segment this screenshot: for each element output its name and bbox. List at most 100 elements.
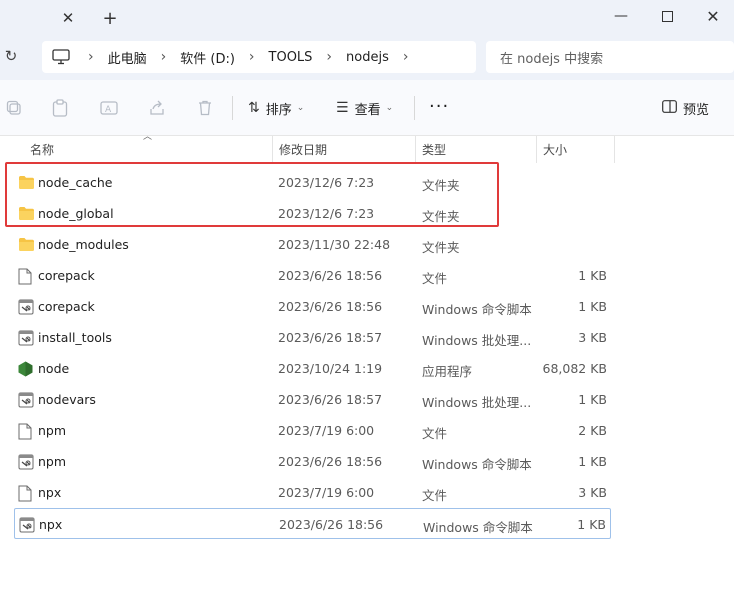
file-name: node_modules [38, 237, 129, 252]
close-window-icon[interactable]: ✕ [690, 0, 734, 32]
file-size: 1 KB [577, 517, 606, 532]
file-row[interactable]: node_modules 2023/11/30 22:48 文件夹 [14, 229, 611, 260]
share-icon[interactable] [147, 98, 167, 118]
file-type: 应用程序 [422, 364, 473, 379]
chevron-right-icon[interactable]: › [88, 49, 94, 65]
column-header-type[interactable]: 类型 [415, 136, 536, 163]
file-icon [18, 485, 34, 502]
file-row[interactable]: npx 2023/6/26 18:56 Windows 命令脚本 1 KB [14, 508, 611, 539]
refresh-icon[interactable]: ↻ [0, 45, 22, 67]
toolbar-divider [232, 96, 233, 120]
file-name: npm [38, 423, 67, 438]
file-icon [18, 423, 34, 440]
file-size: 1 KB [578, 299, 607, 314]
file-date: 2023/7/19 6:00 [278, 485, 375, 500]
sort-icon: ⇅ [248, 100, 260, 116]
view-label: 查看 [354, 102, 381, 118]
column-header-size[interactable]: 大小 [536, 136, 615, 163]
maximize-icon[interactable] [644, 0, 690, 32]
nodejs-icon [18, 361, 34, 377]
preview-pane-icon [662, 99, 677, 117]
file-type: 文件 [422, 426, 448, 441]
file-row[interactable]: npm 2023/6/26 18:56 Windows 命令脚本 1 KB [14, 446, 611, 477]
chevron-down-icon: ⌄ [385, 103, 394, 113]
file-row[interactable]: node 2023/10/24 1:19 应用程序 68,082 KB [14, 353, 611, 384]
close-tab-icon[interactable]: ✕ [56, 6, 80, 30]
sort-label: 排序 [265, 102, 292, 118]
file-date: 2023/6/26 18:56 [278, 454, 383, 469]
file-type: Windows 批处理... [422, 395, 532, 410]
file-row[interactable]: nodevars 2023/6/26 18:57 Windows 批处理... 1 K… [14, 384, 611, 415]
file-name: install_tools [38, 330, 112, 345]
file-name: node_global [38, 206, 114, 221]
chevron-right-icon[interactable]: › [161, 49, 167, 65]
computer-icon[interactable] [52, 46, 74, 68]
breadcrumb-item-tools[interactable]: TOOLS [269, 50, 313, 65]
delete-icon[interactable] [195, 98, 215, 118]
file-row[interactable]: npm 2023/7/19 6:00 文件 2 KB [14, 415, 611, 446]
paste-icon[interactable] [50, 98, 70, 118]
file-size: 68,082 KB [542, 361, 607, 376]
file-size: 1 KB [578, 454, 607, 469]
preview-label: 预览 [683, 102, 710, 118]
file-type: 文件 [422, 488, 448, 503]
file-name: npx [38, 485, 62, 500]
new-tab-icon[interactable]: + [98, 6, 122, 30]
minimize-icon[interactable]: — [598, 0, 644, 32]
file-row[interactable]: node_cache 2023/12/6 7:23 文件夹 [14, 167, 611, 198]
file-type: 文件 [422, 271, 448, 286]
file-row[interactable]: corepack 2023/6/26 18:56 Windows 命令脚本 1 KB [14, 291, 611, 322]
view-button[interactable]: ☰ 查看 ⌄ [336, 96, 393, 120]
rename-icon[interactable]: A [99, 98, 119, 118]
chevron-right-icon[interactable]: › [249, 49, 255, 65]
search-placeholder: 在 nodejs 中搜索 [500, 51, 604, 67]
toolbar-divider [414, 96, 415, 120]
file-name: node_cache [38, 175, 113, 190]
preview-button[interactable]: 预览 [662, 96, 709, 120]
file-size: 3 KB [578, 485, 607, 500]
breadcrumb-item-nodejs[interactable]: nodejs [346, 50, 389, 65]
file-date: 2023/6/26 18:56 [278, 268, 383, 283]
search-input[interactable]: 在 nodejs 中搜索 [486, 41, 734, 73]
file-type: 文件夹 [422, 178, 460, 193]
breadcrumb[interactable]: › 此电脑 › 软件 (D:) › TOOLS › nodejs › [42, 41, 476, 73]
file-row[interactable]: node_global 2023/12/6 7:23 文件夹 [14, 198, 611, 229]
breadcrumb-item-drive[interactable]: 软件 (D:) [180, 48, 235, 67]
file-date: 2023/6/26 18:56 [278, 299, 383, 314]
column-header-row: 名称 修改日期 类型 大小 [0, 136, 734, 163]
copy-icon[interactable] [4, 98, 24, 118]
chevron-right-icon[interactable]: › [403, 49, 409, 65]
file-type: Windows 命令脚本 [422, 457, 532, 472]
file-date: 2023/10/24 1:19 [278, 361, 383, 376]
file-type: 文件夹 [422, 240, 460, 255]
file-row[interactable]: install_tools 2023/6/26 18:57 Windows 批处理.… [14, 322, 611, 353]
file-date: 2023/6/26 18:56 [279, 517, 384, 532]
file-date: 2023/12/6 7:23 [278, 175, 375, 190]
file-date: 2023/6/26 18:57 [278, 330, 383, 345]
more-options-button[interactable]: ··· [429, 94, 449, 118]
column-header-date[interactable]: 修改日期 [272, 136, 415, 163]
breadcrumb-item-this-pc[interactable]: 此电脑 [108, 48, 147, 67]
file-name: npx [39, 517, 63, 532]
file-type: Windows 批处理... [422, 333, 532, 348]
title-bar: ✕ + — ✕ [0, 0, 734, 34]
sort-button[interactable]: ⇅ 排序 ⌄ [248, 96, 304, 120]
address-row: ↻ › 此电脑 › 软件 (D:) › TOOLS › nodejs › 在 n… [0, 34, 734, 80]
chevron-right-icon[interactable]: › [326, 49, 332, 65]
file-row[interactable]: npx 2023/7/19 6:00 文件 3 KB [14, 477, 611, 508]
file-size: 1 KB [578, 392, 607, 407]
file-type: 文件夹 [422, 209, 460, 224]
script-icon [18, 454, 34, 470]
command-bar: A ⇅ 排序 ⌄ ☰ 查看 ⌄ ··· 预览 [0, 80, 734, 136]
file-date: 2023/12/6 7:23 [278, 206, 375, 221]
folder-icon [18, 206, 34, 222]
column-header-name[interactable]: 名称 [24, 136, 272, 163]
script-icon [19, 517, 35, 533]
file-icon [18, 268, 34, 285]
file-type: Windows 命令脚本 [422, 302, 532, 317]
file-type: Windows 命令脚本 [423, 520, 533, 535]
file-date: 2023/11/30 22:48 [278, 237, 391, 252]
script-icon [18, 392, 34, 408]
file-name: npm [38, 454, 67, 469]
file-row[interactable]: corepack 2023/6/26 18:56 文件 1 KB [14, 260, 611, 291]
